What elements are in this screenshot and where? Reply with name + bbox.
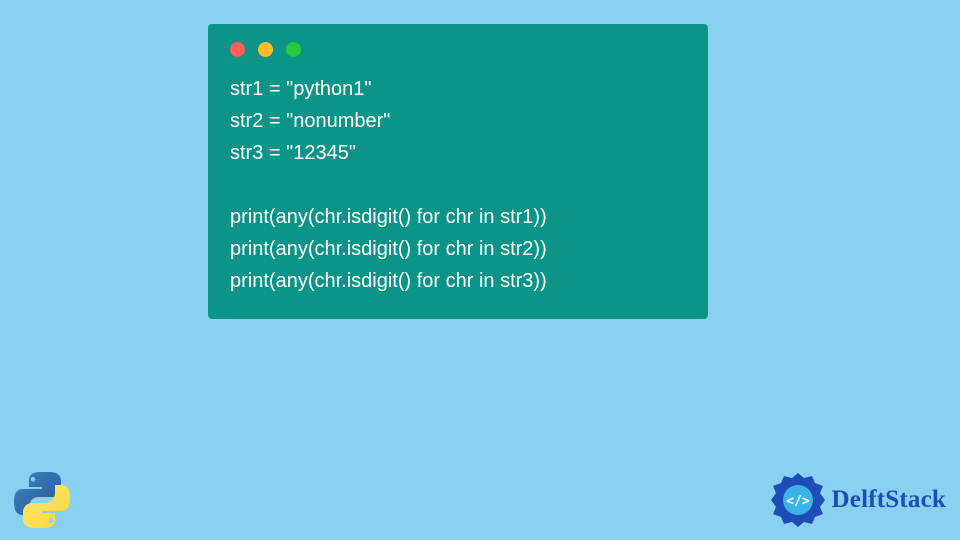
python-logo-icon: [10, 468, 74, 532]
brand-name: DelftStack: [832, 486, 946, 514]
window-maximize-dot: [286, 42, 301, 57]
brand-logo: </> DelftStack: [770, 472, 946, 528]
window-titlebar: [208, 24, 708, 67]
brand-badge-icon: </>: [770, 472, 826, 528]
svg-text:</>: </>: [786, 494, 810, 509]
code-card: str1 = "python1" str2 = "nonumber" str3 …: [208, 24, 708, 319]
code-block: str1 = "python1" str2 = "nonumber" str3 …: [208, 67, 708, 297]
window-minimize-dot: [258, 42, 273, 57]
window-close-dot: [230, 42, 245, 57]
